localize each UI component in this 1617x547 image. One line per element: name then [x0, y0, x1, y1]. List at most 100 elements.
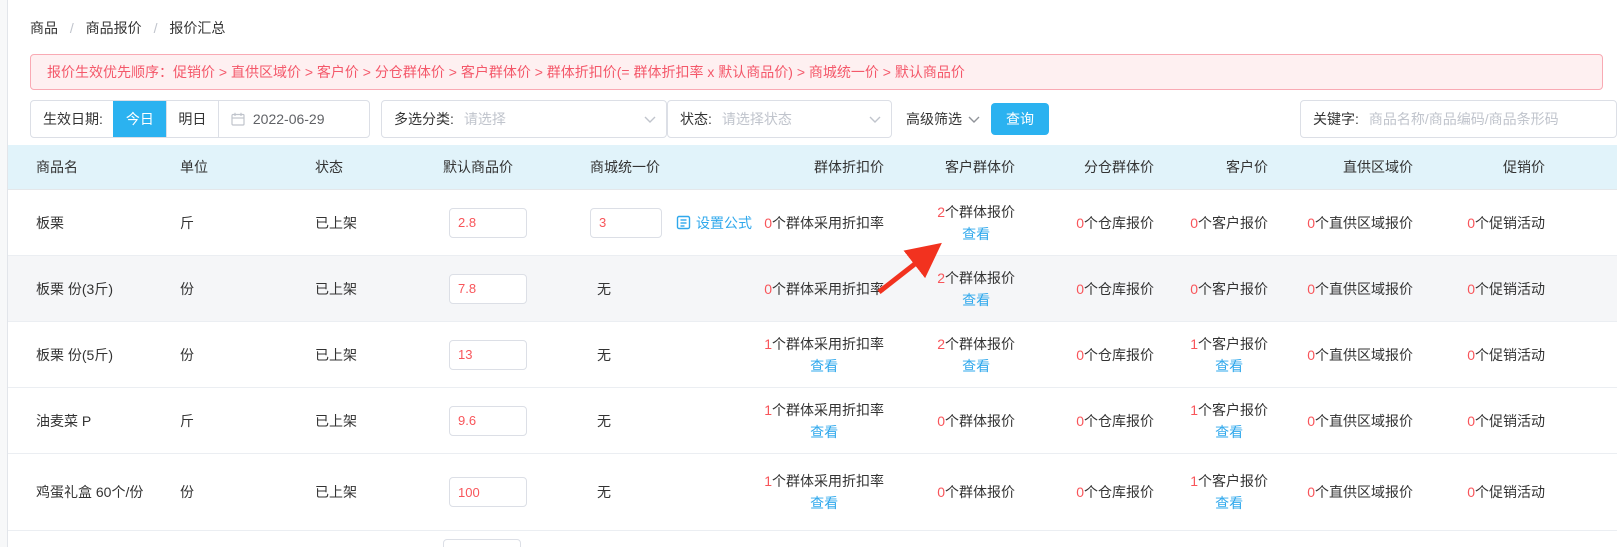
table-row: 鸡蛋礼盒 60个/份 份 已上架 无 1个群体采用折扣率 查看 0个群体报价 0…	[8, 454, 1617, 531]
today-button[interactable]: 今日	[112, 101, 166, 137]
search-button[interactable]: 查询	[991, 103, 1049, 135]
product-name-cell: 板栗	[36, 214, 64, 231]
page-edge-strip	[0, 0, 8, 547]
view-link[interactable]: 查看	[764, 355, 884, 377]
customer-group-cell: 2个群体报价 查看	[890, 267, 1021, 311]
unit-cell: 斤	[180, 214, 194, 231]
date-value: 2022-06-29	[252, 111, 325, 127]
price-priority-notice: 报价生效优先顺序：促销价 > 直供区域价 > 客户价 > 分仓群体价 > 客户群…	[30, 54, 1603, 90]
view-link[interactable]: 查看	[764, 492, 884, 514]
promo-price-cell: 0个促销活动	[1467, 412, 1545, 429]
customer-group-cell: 2个群体报价 查看	[890, 201, 1021, 245]
region-price-cell: 0个直供区域报价	[1307, 214, 1413, 231]
promo-price-cell: 0个促销活动	[1467, 280, 1545, 297]
header-promo-price: 促销价	[1503, 159, 1545, 175]
advanced-filter-label: 高级筛选	[906, 111, 962, 127]
view-link[interactable]: 查看	[1190, 492, 1268, 514]
group-discount-cell: 1个群体采用折扣率 查看	[762, 399, 890, 443]
filter-toolbar: 生效日期: 今日 明日 2022-06-29 多选分类: 请选择 状态: 请选择…	[8, 100, 1617, 138]
formula-document-icon	[676, 215, 691, 230]
unit-cell: 份	[180, 484, 194, 500]
view-link[interactable]: 查看	[937, 223, 1015, 245]
default-price-cell	[437, 339, 572, 370]
region-price-cell: 0个直供区域报价	[1307, 346, 1413, 363]
keyword-input[interactable]	[1368, 111, 1616, 127]
breadcrumb-item-quotes[interactable]: 商品报价	[86, 20, 142, 36]
view-link[interactable]: 查看	[937, 355, 1015, 377]
effective-date-group: 生效日期: 今日 明日 2022-06-29	[30, 100, 370, 138]
tomorrow-button[interactable]: 明日	[165, 101, 219, 137]
warehouse-group-cell: 0个仓库报价	[1076, 214, 1154, 231]
calendar-icon	[231, 112, 245, 126]
table-row: 板栗 份(5斤) 份 已上架 无 1个群体采用折扣率 查看 2个群体报价 查看 …	[8, 322, 1617, 388]
customer-price-cell: 1个客户报价 查看	[1160, 399, 1274, 443]
quotes-table: 商品名 单位 状态 默认商品价 商城统一价 群体折扣价 客户群体价 分仓群体价 …	[8, 145, 1617, 547]
warehouse-group-cell: 0个仓库报价	[1076, 346, 1154, 363]
header-group-discount: 群体折扣价	[814, 159, 884, 175]
promo-price-cell: 0个促销活动	[1467, 346, 1545, 363]
product-name-cell: 鸡蛋礼盒 60个/份	[36, 484, 144, 500]
status-cell: 已上架	[315, 280, 357, 297]
group-discount-cell: 0个群体采用折扣率	[764, 280, 884, 297]
chevron-down-icon	[869, 116, 881, 123]
chevron-down-icon	[644, 116, 656, 123]
customer-price-cell: 0个客户报价	[1190, 280, 1268, 297]
mall-price-cell: 无	[572, 279, 762, 299]
set-formula-label: 设置公式	[696, 214, 752, 231]
mall-price-cell: 无	[572, 345, 762, 365]
header-unit: 单位	[180, 159, 208, 175]
mall-price-group: 设置公式	[572, 207, 752, 238]
mall-price-none: 无	[597, 484, 611, 500]
default-price-input[interactable]	[449, 477, 527, 507]
date-picker[interactable]: 2022-06-29	[219, 111, 337, 127]
breadcrumb-item-products[interactable]: 商品	[30, 20, 58, 36]
header-region-price: 直供区域价	[1343, 159, 1413, 175]
mall-price-none: 无	[597, 412, 611, 429]
effective-date-label: 生效日期:	[43, 111, 103, 127]
category-label: 多选分类:	[394, 111, 454, 127]
breadcrumb-separator: /	[69, 20, 74, 36]
view-link[interactable]: 查看	[937, 289, 1015, 311]
keyword-search-group: 关键字:	[1300, 100, 1617, 138]
mall-price-input[interactable]	[590, 207, 662, 238]
header-default-price: 默认商品价	[443, 159, 513, 175]
view-link[interactable]: 查看	[1190, 355, 1268, 377]
header-customer-group: 客户群体价	[945, 159, 1015, 175]
view-link[interactable]: 查看	[1190, 421, 1268, 443]
status-cell: 已上架	[315, 412, 357, 429]
group-discount-cell: 0个群体采用折扣率	[764, 214, 884, 231]
status-select-group[interactable]: 状态: 请选择状态	[667, 100, 892, 138]
customer-price-cell: 1个客户报价 查看	[1160, 333, 1274, 377]
customer-group-cell: 0个群体报价	[937, 484, 1015, 500]
default-price-input[interactable]	[443, 539, 521, 547]
status-cell: 已上架	[315, 484, 357, 500]
product-name-cell: 板栗 份(3斤)	[36, 280, 113, 297]
promo-price-cell: 0个促销活动	[1467, 484, 1545, 500]
breadcrumb-item-summary: 报价汇总	[169, 20, 226, 36]
mall-price-cell: 无	[572, 411, 762, 431]
default-price-input[interactable]	[449, 273, 527, 304]
customer-price-cell: 1个客户报价 查看	[1160, 470, 1274, 514]
table-row: 油麦菜 P 斤 已上架 无 1个群体采用折扣率 查看 0个群体报价 0个仓库报价	[8, 388, 1617, 454]
default-price-input[interactable]	[449, 339, 527, 370]
advanced-filter-toggle[interactable]: 高级筛选	[906, 109, 980, 129]
set-formula-link[interactable]: 设置公式	[676, 213, 752, 233]
view-link[interactable]: 查看	[764, 421, 884, 443]
product-name-cell: 板栗 份(5斤)	[36, 346, 113, 363]
default-price-input[interactable]	[449, 405, 527, 436]
mall-price-cell: 设置公式	[572, 207, 762, 238]
default-price-cell	[437, 405, 572, 436]
header-customer-price: 客户价	[1226, 159, 1268, 175]
category-select-group[interactable]: 多选分类: 请选择	[381, 100, 667, 138]
breadcrumb-separator: /	[153, 20, 158, 36]
default-price-input[interactable]	[449, 207, 527, 238]
status-cell: 已上架	[315, 346, 357, 363]
default-price-cell	[437, 207, 572, 238]
warehouse-group-cell: 0个仓库报价	[1076, 412, 1154, 429]
header-warehouse-group: 分仓群体价	[1084, 159, 1154, 175]
status-cell: 已上架	[315, 214, 357, 231]
table-row-partial	[8, 531, 1617, 547]
unit-cell: 份	[180, 346, 194, 363]
warehouse-group-cell: 0个仓库报价	[1076, 484, 1154, 500]
header-mall-price: 商城统一价	[590, 159, 660, 175]
